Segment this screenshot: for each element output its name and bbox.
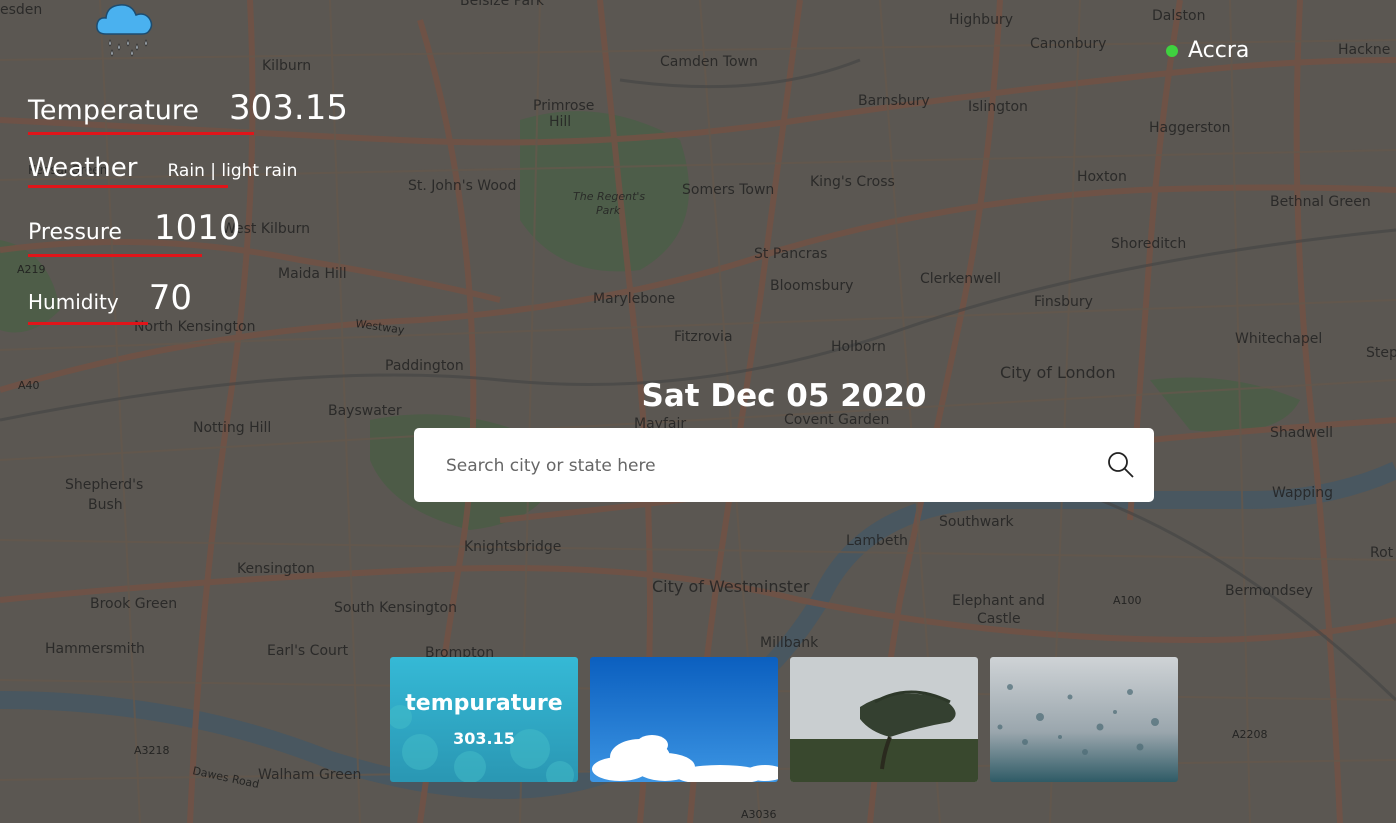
- search-input[interactable]: [444, 428, 1088, 504]
- pressure-underline: [28, 254, 202, 257]
- humidity-row: Humidity 70: [28, 278, 192, 318]
- temperature-row: Temperature 303.15: [28, 88, 348, 128]
- temperature-label: Temperature: [28, 95, 200, 126]
- current-city: Accra: [1166, 38, 1249, 63]
- pressure-value: 1010: [153, 208, 241, 248]
- humidity-value: 70: [148, 278, 192, 318]
- rain-drops-image: [990, 657, 1178, 782]
- search-icon[interactable]: [1106, 450, 1136, 480]
- weather-value: Rain | light rain: [167, 161, 298, 181]
- weather-label: Weather: [28, 153, 138, 183]
- wind-card[interactable]: [790, 657, 978, 782]
- city-name: Accra: [1188, 38, 1250, 63]
- temperature-underline: [28, 132, 254, 135]
- humidity-label: Humidity: [28, 290, 119, 314]
- weather-row: Weather Rain | light rain: [28, 153, 297, 183]
- current-date: Sat Dec 05 2020: [641, 378, 927, 414]
- pressure-row: Pressure 1010: [28, 208, 240, 248]
- temperature-value: 303.15: [229, 88, 348, 128]
- search-bar: [414, 428, 1154, 504]
- sky-image: [590, 657, 778, 782]
- humidity-underline: [28, 322, 148, 325]
- sky-card[interactable]: [590, 657, 778, 782]
- wind-tree-image: [790, 657, 978, 782]
- pressure-label: Pressure: [28, 220, 122, 245]
- temperature-card[interactable]: tempurature 303.15: [390, 657, 578, 782]
- card-title: tempurature: [405, 691, 563, 716]
- card-value: 303.15: [453, 729, 515, 748]
- rain-card[interactable]: [990, 657, 1178, 782]
- cloud-rain-icon: [92, 0, 156, 58]
- weather-underline: [28, 185, 228, 188]
- status-dot-icon: [1166, 44, 1178, 57]
